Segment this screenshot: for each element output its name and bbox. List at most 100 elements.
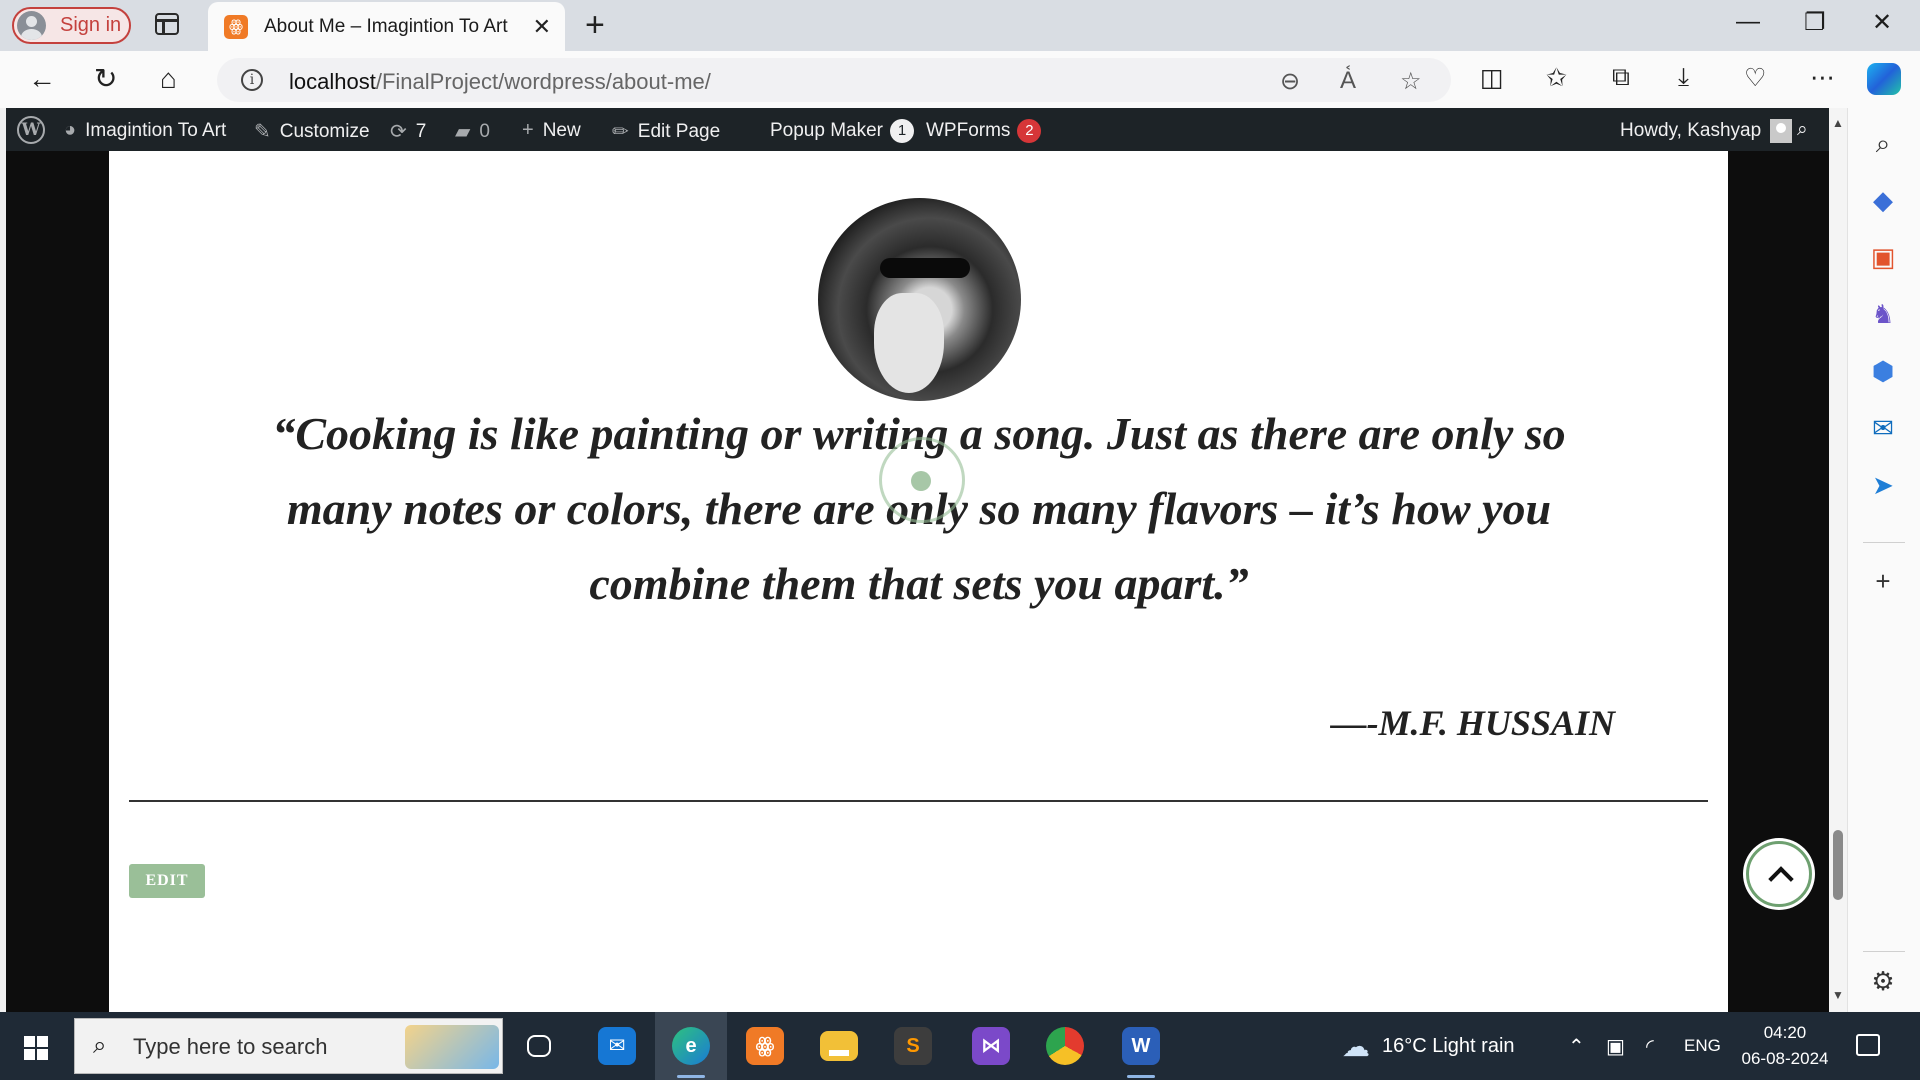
comment-icon: ▰ — [455, 121, 471, 143]
close-tab-icon[interactable]: ✕ — [533, 14, 551, 40]
admin-edit-page[interactable]: ✏ Edit Page — [612, 119, 720, 144]
drop-send-icon[interactable]: ➤ — [1868, 470, 1898, 500]
restore-icon[interactable]: ❐ — [1804, 8, 1826, 37]
visual-studio-icon[interactable]: ⋈ — [955, 1012, 1027, 1080]
customize-label: Customize — [279, 120, 370, 142]
games-icon[interactable]: ♞ — [1868, 299, 1898, 329]
edge-app-icon[interactable]: e — [655, 1012, 727, 1080]
notifications-icon[interactable] — [1856, 1034, 1880, 1056]
wifi-icon[interactable]: ◜ — [1646, 1012, 1654, 1080]
microsoft-365-icon[interactable]: ⬢ — [1868, 356, 1898, 386]
page-viewport: W ◕ Imagintion To Art ✎ Customize ⟳ 7 ▰ 0 + N… — [6, 108, 1835, 1012]
sign-in-button[interactable]: Sign in — [12, 7, 131, 44]
admin-new[interactable]: + New — [522, 119, 581, 142]
home-icon[interactable]: ⌂ — [160, 63, 177, 95]
admin-comments[interactable]: ▰ 0 — [455, 119, 490, 144]
word-app-icon[interactable]: W — [1105, 1012, 1177, 1080]
admin-site-name[interactable]: ◕ Imagintion To Art — [64, 119, 226, 142]
search-highlight-image — [405, 1025, 499, 1069]
wpforms-label: WPForms — [926, 120, 1011, 141]
add-sidebar-app-icon[interactable]: + — [1868, 566, 1898, 596]
admin-customize[interactable]: ✎ Customize — [254, 119, 370, 144]
sidebar-settings-gear-icon[interactable]: ⚙ — [1868, 966, 1898, 996]
profile-avatar-icon — [17, 11, 46, 40]
new-tab-icon[interactable]: + — [585, 6, 605, 45]
pencil-icon: ✏ — [612, 121, 629, 143]
edit-button[interactable]: EDIT — [129, 864, 205, 898]
xampp-app-icon[interactable]: ꙮ — [729, 1012, 801, 1080]
split-screen-icon[interactable]: ◫ — [1480, 63, 1504, 93]
portrait-image — [818, 198, 1021, 401]
scroll-down-arrow-icon[interactable]: ▼ — [1832, 988, 1844, 1002]
scroll-up-arrow-icon[interactable]: ▲ — [1832, 116, 1844, 130]
language-indicator[interactable]: ENG — [1684, 1012, 1721, 1080]
sidebar-search-icon[interactable]: ⌕ — [1868, 128, 1898, 158]
admin-wpforms[interactable]: WPForms 2 — [926, 119, 1042, 143]
popup-maker-badge: 1 — [890, 119, 915, 143]
more-menu-icon[interactable]: ⋯ — [1810, 63, 1835, 93]
back-icon[interactable]: ← — [28, 63, 56, 95]
sidebar-separator — [1863, 542, 1905, 543]
browser-tab-strip: Sign in About Me – Imagintion To Art ✕ +… — [0, 0, 1920, 51]
shopping-tag-icon[interactable]: ◆ — [1868, 185, 1898, 215]
tab-title: About Me – Imagintion To Art — [264, 15, 508, 37]
tab-actions-icon[interactable] — [155, 13, 179, 35]
favorites-icon[interactable]: ✩ — [1546, 63, 1567, 93]
new-label: New — [542, 119, 581, 141]
admin-howdy[interactable]: Howdy, Kashyap — [1620, 119, 1793, 143]
minimize-icon[interactable]: — — [1736, 8, 1760, 36]
updates-count: 7 — [415, 120, 427, 142]
page-scrollbar[interactable]: ▲ ▼ — [1829, 108, 1847, 1012]
meet-now-icon[interactable]: ▣ — [1606, 1012, 1625, 1080]
zoom-out-icon[interactable]: ⊖ — [1280, 67, 1300, 96]
sublime-text-icon[interactable]: S — [877, 1012, 949, 1080]
task-view-icon[interactable] — [503, 1012, 575, 1080]
taskbar-search-box[interactable]: ⌕ Type here to search — [74, 1018, 503, 1074]
page-content: “Cooking is like painting or writing a s… — [109, 151, 1728, 1012]
favorite-star-icon[interactable]: ☆ — [1400, 67, 1422, 96]
system-clock[interactable]: 04:20 06-08-2024 — [1730, 1020, 1840, 1072]
howdy-label: Howdy, Kashyap — [1620, 120, 1762, 141]
downloads-icon[interactable]: ⤓ — [1678, 63, 1689, 92]
file-explorer-icon[interactable]: ▬ — [803, 1012, 875, 1080]
search-icon: ⌕ — [93, 1032, 107, 1059]
site-info-icon[interactable]: i — [241, 69, 263, 91]
user-avatar-icon — [1770, 119, 1793, 143]
edit-page-label: Edit Page — [637, 120, 721, 142]
sidebar-separator — [1863, 951, 1905, 952]
windows-start-icon[interactable] — [24, 1036, 48, 1060]
weather-widget[interactable]: ☁ 16°C Light rain — [1342, 1012, 1515, 1080]
collections-icon[interactable]: ⧉ — [1612, 63, 1630, 92]
scrollbar-thumb[interactable] — [1833, 830, 1843, 900]
url-path: /FinalProject/wordpress/about-me/ — [375, 69, 711, 94]
clock-time: 04:20 — [1763, 1023, 1807, 1042]
address-bar[interactable]: i localhost/FinalProject/wordpress/about… — [217, 58, 1451, 102]
close-window-icon[interactable]: ✕ — [1872, 8, 1892, 37]
edge-sidebar: ⌕ ◆ ▣ ♞ ⬢ ✉ ➤ + ⚙ — [1847, 108, 1920, 1012]
wordpress-logo-icon[interactable]: W — [17, 116, 45, 144]
search-placeholder: Type here to search — [133, 1034, 328, 1059]
mail-app-icon[interactable]: ✉ — [581, 1012, 653, 1080]
chrome-app-icon[interactable] — [1029, 1012, 1101, 1080]
read-aloud-icon[interactable]: A᷾ — [1340, 67, 1356, 95]
admin-popup-maker[interactable]: Popup Maker 1 — [770, 119, 915, 143]
plus-icon: + — [522, 119, 534, 141]
refresh-icon[interactable]: ↻ — [94, 63, 117, 95]
windows-taskbar: ⌕ Type here to search ✉ e ꙮ ▬ S ⋈ W ☁ 16… — [0, 1012, 1920, 1080]
admin-updates[interactable]: ⟳ 7 — [390, 119, 426, 144]
loading-dot-icon — [911, 471, 931, 491]
tools-briefcase-icon[interactable]: ▣ — [1868, 242, 1898, 272]
quote-author: —-M.F. HUSSAIN — [1330, 703, 1615, 743]
show-hidden-icons-icon[interactable]: ⌃ — [1568, 1012, 1585, 1080]
admin-search-icon[interactable]: ⌕ — [1797, 119, 1808, 141]
browser-toolbar: ← ↻ ⌂ i localhost/FinalProject/wordpress… — [0, 51, 1920, 108]
popup-maker-label: Popup Maker — [770, 120, 884, 141]
tab-about-me[interactable]: About Me – Imagintion To Art ✕ — [208, 2, 565, 51]
outlook-icon[interactable]: ✉ — [1868, 413, 1898, 443]
copilot-icon[interactable] — [1867, 63, 1901, 95]
dashboard-icon: ◕ — [64, 119, 77, 141]
sign-in-label: Sign in — [60, 14, 122, 36]
browser-essentials-icon[interactable]: ♡ — [1744, 63, 1766, 93]
scroll-to-top-button[interactable] — [1746, 841, 1812, 907]
clock-date: 06-08-2024 — [1741, 1049, 1829, 1068]
